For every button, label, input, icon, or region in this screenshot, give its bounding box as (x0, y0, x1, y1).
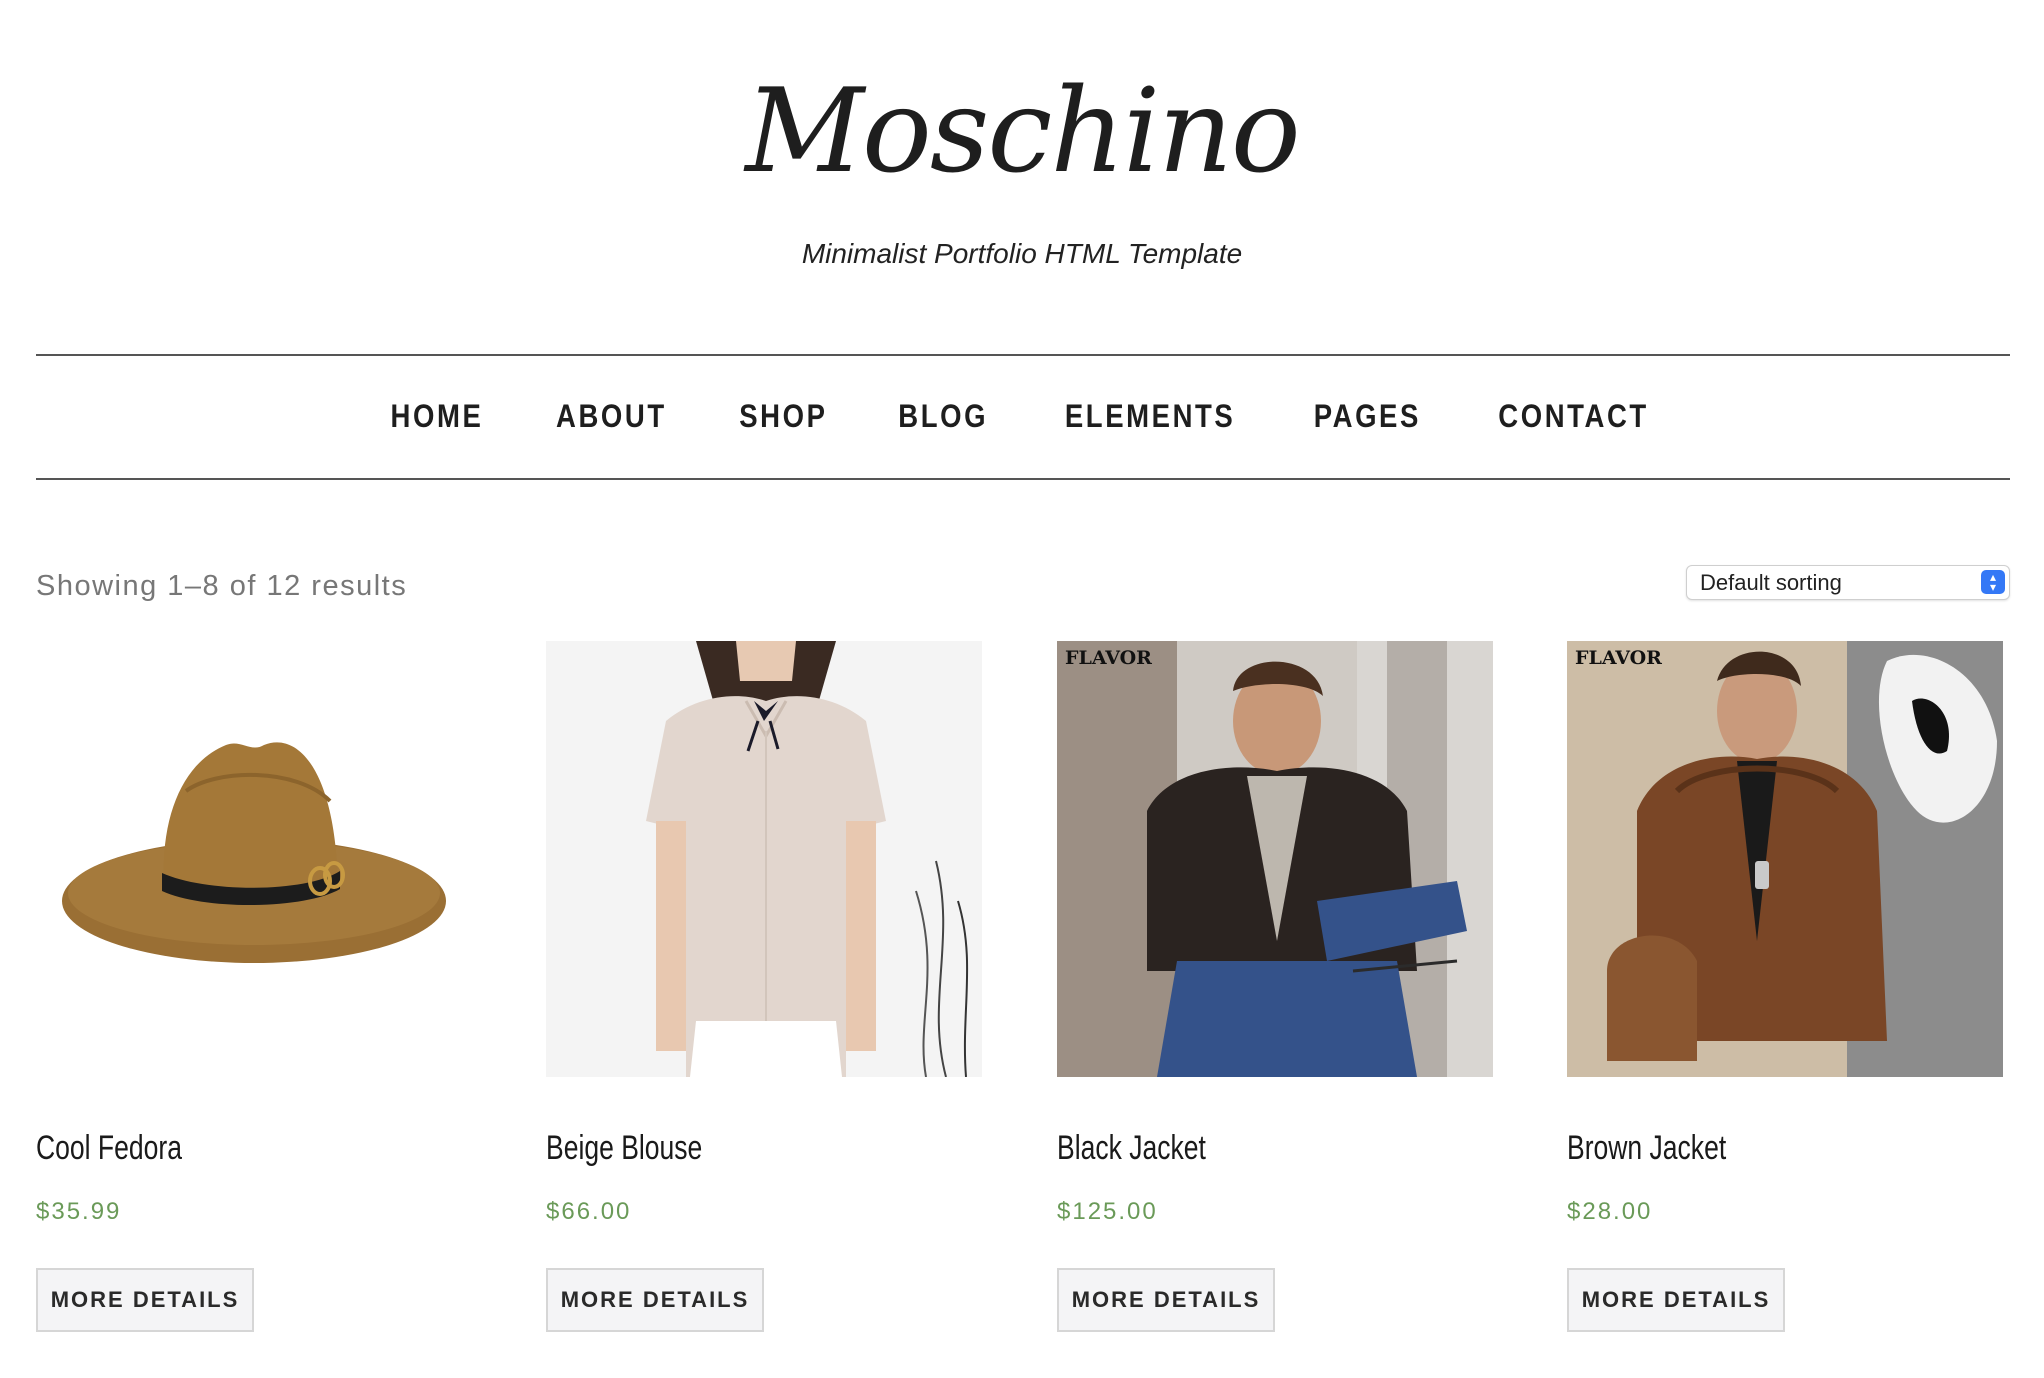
brand-badge: FLAVOR (1065, 647, 1152, 669)
nav-divider-bottom (36, 478, 2010, 480)
more-details-button[interactable]: MORE DETAILS (1567, 1268, 1785, 1332)
product-title[interactable]: Black Jacket (1057, 1129, 1206, 1168)
product-price: $35.99 (36, 1198, 122, 1225)
brand-badge: FLAVOR (1575, 647, 1662, 669)
nav-item-pages[interactable]: PAGES (1314, 398, 1421, 435)
nav-item-elements[interactable]: ELEMENTS (1065, 398, 1235, 435)
nav-item-about[interactable]: ABOUT (556, 398, 667, 435)
sort-select[interactable]: Default sorting ▴ ▾ (1686, 565, 2010, 600)
product-image-fedora[interactable] (36, 641, 472, 1077)
product-price: $66.00 (546, 1198, 632, 1225)
nav-item-home[interactable]: HOME (391, 398, 484, 435)
product-price: $28.00 (1567, 1198, 1653, 1225)
product-image-brown-jacket[interactable]: FLAVOR (1567, 641, 2003, 1077)
product-title[interactable]: Beige Blouse (546, 1129, 702, 1168)
select-arrows-icon: ▴ ▾ (1981, 570, 2005, 594)
more-details-button[interactable]: MORE DETAILS (36, 1268, 254, 1332)
more-details-button[interactable]: MORE DETAILS (1057, 1268, 1275, 1332)
nav-item-shop[interactable]: SHOP (739, 398, 827, 435)
more-details-button[interactable]: MORE DETAILS (546, 1268, 764, 1332)
result-count: Showing 1–8 of 12 results (36, 570, 408, 602)
site-header: Moschino Minimalist Portfolio HTML Templ… (0, 0, 2044, 355)
nav-item-blog[interactable]: BLOG (898, 398, 988, 435)
nav-item-contact[interactable]: CONTACT (1498, 398, 1649, 435)
sort-select-value: Default sorting (1700, 570, 1842, 595)
product-title[interactable]: Brown Jacket (1567, 1129, 1726, 1168)
main-navigation: HOME ABOUT SHOP BLOG ELEMENTS PAGES CONT… (0, 355, 2044, 478)
site-logo[interactable]: Moschino (0, 62, 2044, 201)
site-tagline: Minimalist Portfolio HTML Template (801, 238, 1243, 269)
product-image-black-jacket[interactable]: FLAVOR (1057, 641, 1493, 1077)
product-price: $125.00 (1057, 1198, 1158, 1225)
product-image-blouse[interactable] (546, 641, 982, 1077)
product-title[interactable]: Cool Fedora (36, 1129, 182, 1168)
